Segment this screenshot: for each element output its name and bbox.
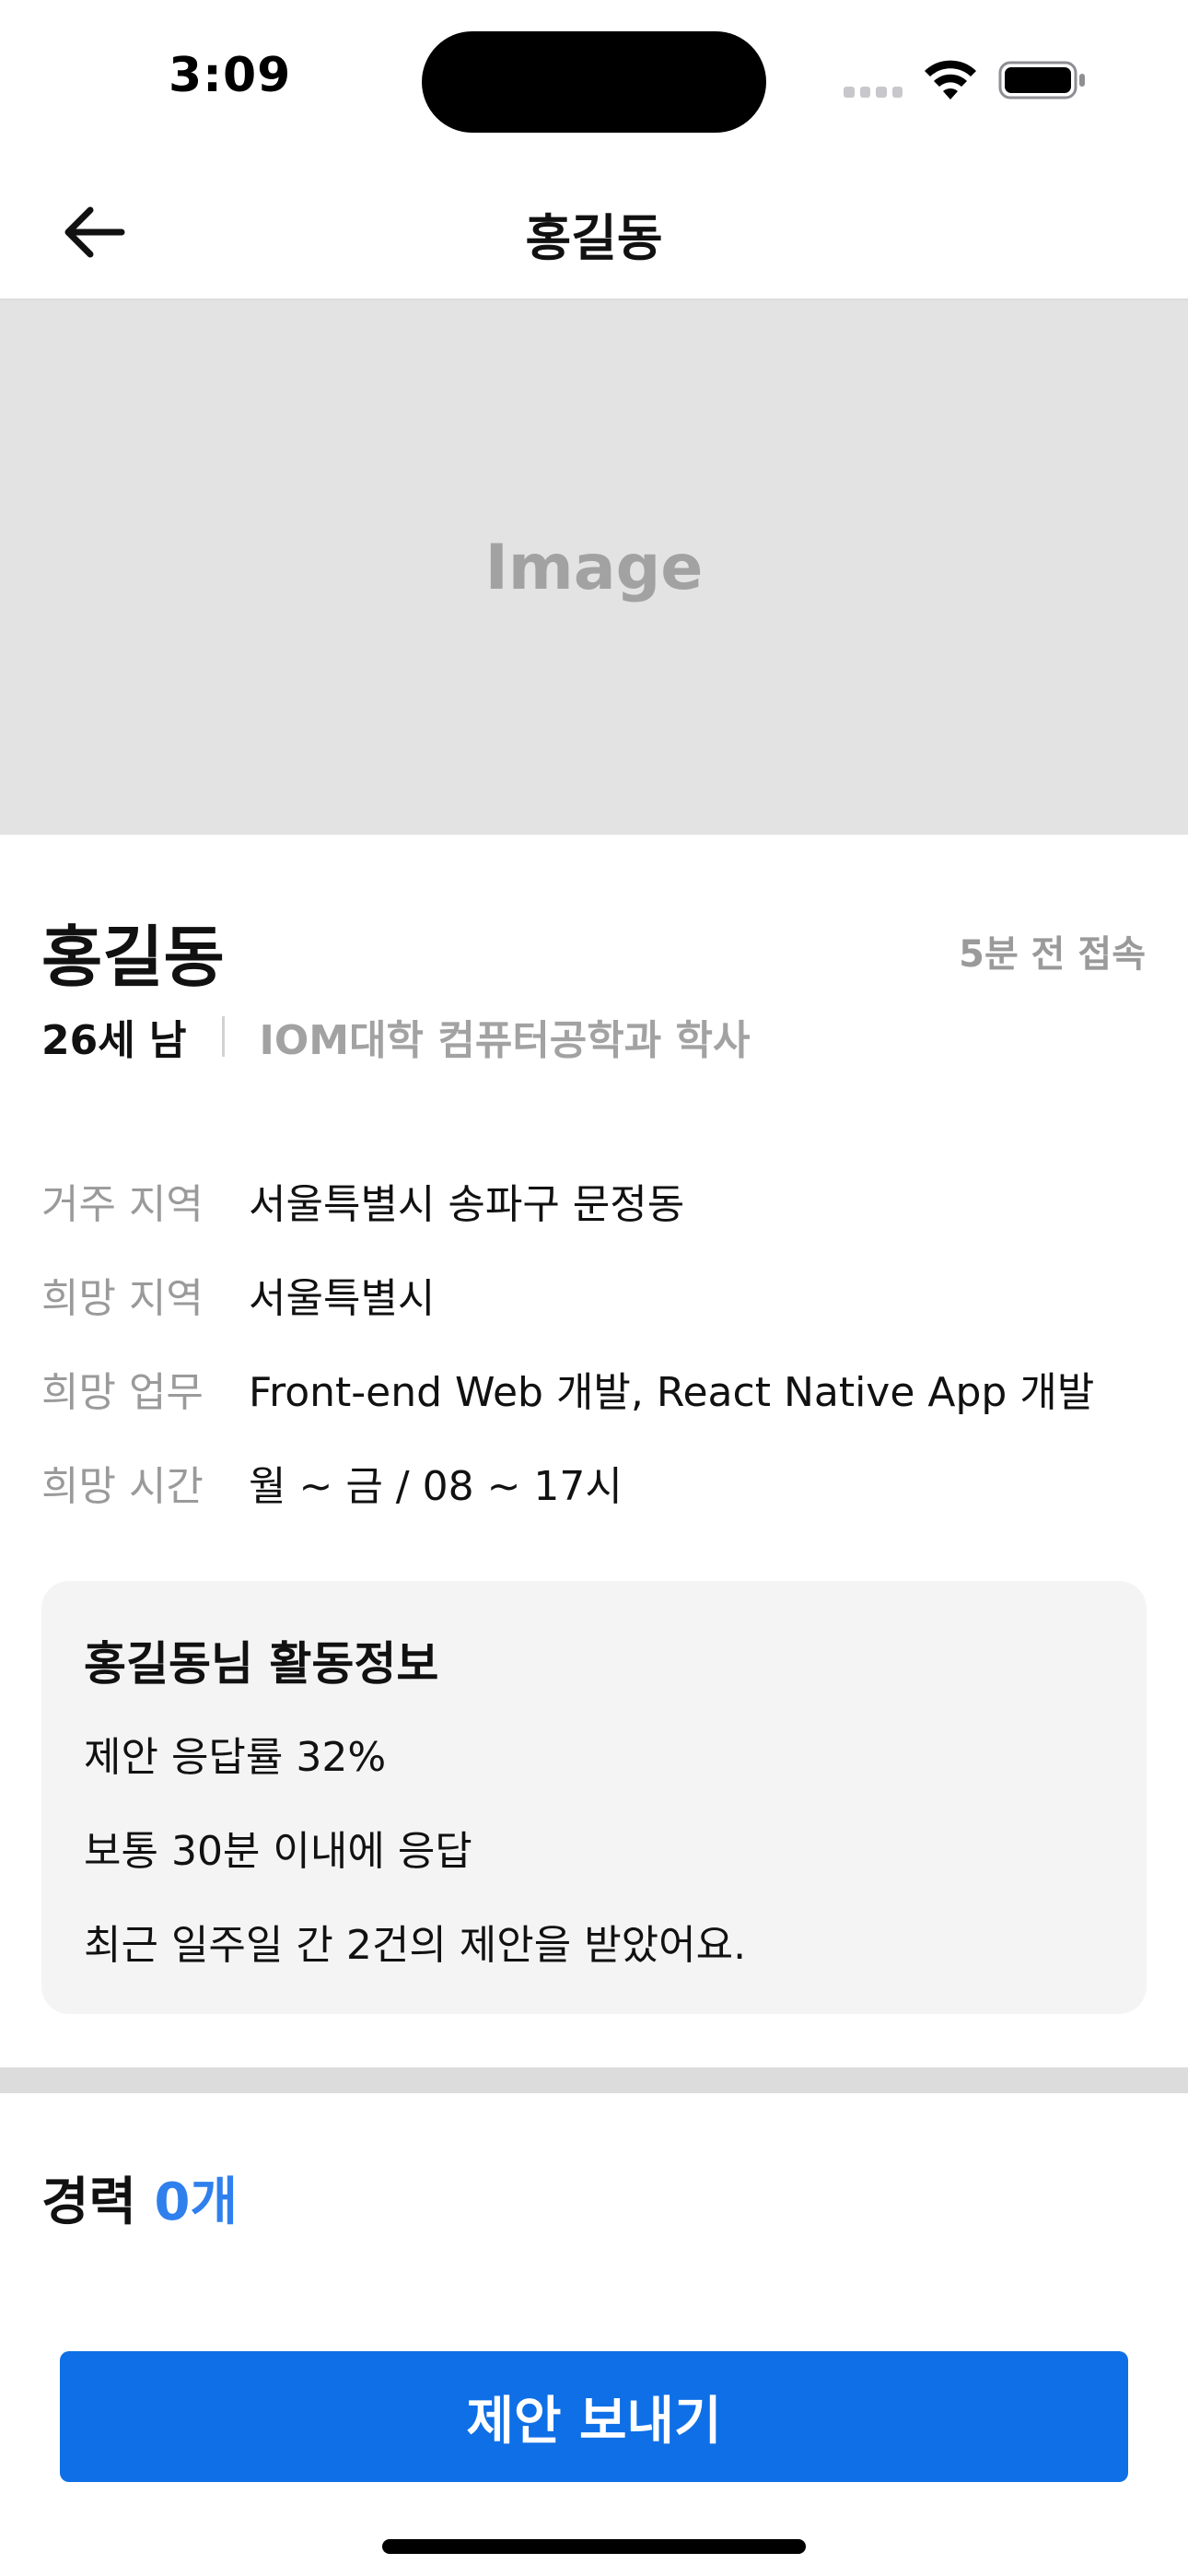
info-value: 서울특별시 송파구 문정동 xyxy=(249,1181,685,1228)
info-value: Front-end Web 개발, React Native App 개발 xyxy=(249,1369,1095,1416)
status-bar: 3:09 xyxy=(0,0,1188,162)
activity-info-card: 홍길동님 활동정보 제안 응답률 32% 보통 30분 이내에 응답 최근 일주… xyxy=(41,1581,1147,2014)
activity-recent-offers: 최근 일주일 간 2건의 제안을 받았어요. xyxy=(84,1922,747,1969)
career-heading: 경력 0개 xyxy=(41,2160,238,2235)
info-label: 희망 업무 xyxy=(41,1369,204,1416)
info-value: 월 ~ 금 / 08 ~ 17시 xyxy=(249,1463,623,1510)
profile-image-placeholder: Image xyxy=(0,300,1188,835)
info-row-desired-region: 희망 지역 서울특별시 xyxy=(41,1247,1147,1341)
info-label: 희망 지역 xyxy=(41,1275,204,1322)
profile-name: 홍길동 xyxy=(41,919,225,996)
profile-subtitle: 26세 남 IOM대학 컴퓨터공학과 학사 xyxy=(41,1007,751,1066)
activity-response-rate: 제안 응답률 32% xyxy=(84,1734,387,1781)
career-label: 경력 xyxy=(41,2172,137,2232)
cellular-signal-icon xyxy=(844,87,903,98)
info-label: 거주 지역 xyxy=(41,1181,204,1228)
career-count: 0개 xyxy=(154,2172,239,2232)
dynamic-island xyxy=(422,31,766,133)
education: IOM대학 컴퓨터공학과 학사 xyxy=(259,1017,751,1064)
page-title: 홍길동 xyxy=(525,209,663,267)
send-offer-label: 제안 보내기 xyxy=(466,2391,722,2452)
activity-title: 홍길동님 활동정보 xyxy=(84,1637,439,1691)
status-time: 3:09 xyxy=(169,48,292,103)
info-row-desired-work: 희망 업무 Front-end Web 개발, React Native App… xyxy=(41,1341,1147,1435)
activity-response-time: 보통 30분 이내에 응답 xyxy=(84,1828,472,1875)
profile-info-list: 거주 지역 서울특별시 송파구 문정동 희망 지역 서울특별시 희망 업무 Fr… xyxy=(41,1153,1147,1529)
section-divider xyxy=(0,2067,1188,2093)
last-access-time: 5분 전 접속 xyxy=(959,933,1146,976)
home-indicator xyxy=(382,2539,806,2554)
wifi-icon xyxy=(925,60,976,100)
age-gender: 26세 남 xyxy=(41,1017,187,1064)
battery-icon xyxy=(998,61,1085,100)
nav-header: 홍길동 xyxy=(0,162,1188,300)
info-label: 희망 시간 xyxy=(41,1463,204,1510)
info-row-desired-time: 희망 시간 월 ~ 금 / 08 ~ 17시 xyxy=(41,1435,1147,1529)
send-offer-button[interactable]: 제안 보내기 xyxy=(60,2351,1128,2482)
image-placeholder-label: Image xyxy=(484,531,704,604)
info-value: 서울특별시 xyxy=(249,1275,436,1322)
info-row-residence: 거주 지역 서울특별시 송파구 문정동 xyxy=(41,1153,1147,1247)
subtitle-divider xyxy=(221,1016,225,1057)
